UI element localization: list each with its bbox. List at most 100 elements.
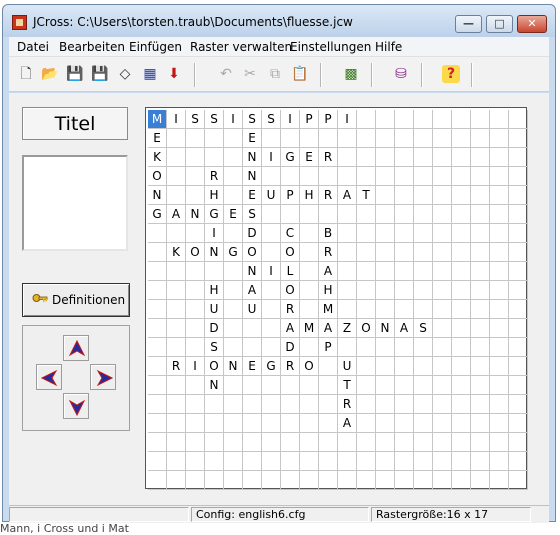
grid-cell[interactable] xyxy=(433,167,452,186)
grid-cell[interactable] xyxy=(433,186,452,205)
grid-cell[interactable] xyxy=(509,300,528,319)
grid-cell[interactable] xyxy=(395,148,414,167)
grid-cell[interactable] xyxy=(357,224,376,243)
help-icon[interactable]: ? xyxy=(442,65,460,83)
title-field[interactable]: Titel xyxy=(22,107,128,140)
grid-cell[interactable] xyxy=(262,376,281,395)
grid-cell[interactable] xyxy=(452,338,471,357)
grid-cell[interactable] xyxy=(452,433,471,452)
grid-cell[interactable] xyxy=(490,186,509,205)
grid-cell[interactable] xyxy=(205,148,224,167)
grid-cell[interactable] xyxy=(395,262,414,281)
arrow-left-button[interactable] xyxy=(36,364,62,390)
grid-cell[interactable] xyxy=(224,281,243,300)
grid-cell[interactable] xyxy=(262,338,281,357)
grid-cell[interactable] xyxy=(224,471,243,490)
grid-cell[interactable] xyxy=(471,186,490,205)
grid-cell[interactable] xyxy=(224,452,243,471)
grid-cell[interactable] xyxy=(148,357,167,376)
grid-cell[interactable] xyxy=(243,414,262,433)
grid-cell[interactable] xyxy=(471,319,490,338)
arrow-up-button[interactable] xyxy=(63,335,89,361)
grid-cell[interactable]: E xyxy=(243,186,262,205)
definitions-button[interactable]: Definitionen xyxy=(22,283,130,317)
grid-cell[interactable]: O xyxy=(205,357,224,376)
grid-cell[interactable] xyxy=(300,224,319,243)
grid-cell[interactable] xyxy=(319,357,338,376)
grid-cell[interactable] xyxy=(414,414,433,433)
grid-cell[interactable] xyxy=(262,300,281,319)
grid-cell[interactable] xyxy=(357,167,376,186)
grid-cell[interactable] xyxy=(262,281,281,300)
grid-cell[interactable] xyxy=(452,452,471,471)
grid-cell[interactable]: O xyxy=(186,243,205,262)
grid-cell[interactable] xyxy=(471,110,490,129)
grid-cell[interactable] xyxy=(281,452,300,471)
grid-cell[interactable] xyxy=(167,224,186,243)
grid-cell[interactable]: S xyxy=(262,110,281,129)
grid-cell[interactable] xyxy=(433,395,452,414)
grid-cell[interactable]: A xyxy=(243,281,262,300)
grid-cell[interactable] xyxy=(433,471,452,490)
grid-cell[interactable] xyxy=(452,281,471,300)
grid-cell[interactable]: R xyxy=(281,300,300,319)
copy-icon[interactable]: ⧉ xyxy=(266,65,284,83)
grid-cell[interactable]: E xyxy=(148,129,167,148)
grid-cell[interactable] xyxy=(148,376,167,395)
open-icon[interactable]: 📂 xyxy=(41,65,59,83)
grid-cell[interactable] xyxy=(509,205,528,224)
grid-cell[interactable] xyxy=(338,129,357,148)
grid-cell[interactable]: U xyxy=(205,300,224,319)
grid-cell[interactable] xyxy=(186,395,205,414)
grid-cell[interactable] xyxy=(205,471,224,490)
grid-cell[interactable] xyxy=(452,376,471,395)
grid-cell[interactable] xyxy=(243,338,262,357)
grid-cell[interactable] xyxy=(433,281,452,300)
grid-cell[interactable] xyxy=(471,205,490,224)
grid-cell[interactable]: R xyxy=(205,167,224,186)
grid-cell[interactable] xyxy=(509,243,528,262)
grid-cell[interactable] xyxy=(205,395,224,414)
grid-cell[interactable] xyxy=(471,148,490,167)
grid-cell[interactable] xyxy=(148,300,167,319)
grid-cell[interactable] xyxy=(319,395,338,414)
grid-cell[interactable]: H xyxy=(205,281,224,300)
grid-cell[interactable] xyxy=(452,357,471,376)
grid-cell[interactable] xyxy=(338,205,357,224)
grid-cell[interactable] xyxy=(357,262,376,281)
grid-cell[interactable]: N xyxy=(243,148,262,167)
close-button[interactable]: ✕ xyxy=(517,15,547,33)
grid-cell[interactable] xyxy=(509,262,528,281)
grid-cell[interactable]: G xyxy=(205,205,224,224)
grid-cell[interactable] xyxy=(376,300,395,319)
grid-cell[interactable]: P xyxy=(300,110,319,129)
grid-cell[interactable]: N xyxy=(243,262,262,281)
grid-cell[interactable]: D xyxy=(243,224,262,243)
grid-cell[interactable]: N xyxy=(205,243,224,262)
grid-cell[interactable]: K xyxy=(148,148,167,167)
grid-cell[interactable] xyxy=(490,471,509,490)
grid-cell[interactable] xyxy=(167,414,186,433)
new-icon[interactable]: 🗋 xyxy=(17,65,35,83)
grid-cell[interactable] xyxy=(167,300,186,319)
grid-cell[interactable] xyxy=(357,110,376,129)
grid-cell[interactable]: G xyxy=(281,148,300,167)
grid-cell[interactable]: H xyxy=(205,186,224,205)
grid-cell[interactable]: T xyxy=(357,186,376,205)
grid-cell[interactable] xyxy=(490,167,509,186)
grid-cell[interactable]: T xyxy=(338,376,357,395)
grid-cell[interactable] xyxy=(224,186,243,205)
grid-cell[interactable] xyxy=(319,452,338,471)
grid-cell[interactable] xyxy=(262,224,281,243)
grid-cell[interactable] xyxy=(338,243,357,262)
grid-cell[interactable]: R xyxy=(281,357,300,376)
menu-hilfe[interactable]: Hilfe xyxy=(375,40,402,54)
grid-cell[interactable] xyxy=(452,186,471,205)
grid-cell[interactable] xyxy=(490,433,509,452)
grid-cell[interactable]: I xyxy=(224,110,243,129)
grid-cell[interactable]: B xyxy=(319,224,338,243)
grid-cell[interactable] xyxy=(452,300,471,319)
grid-cell[interactable]: Z xyxy=(338,319,357,338)
grid-cell[interactable] xyxy=(471,395,490,414)
grid-cell[interactable] xyxy=(300,376,319,395)
